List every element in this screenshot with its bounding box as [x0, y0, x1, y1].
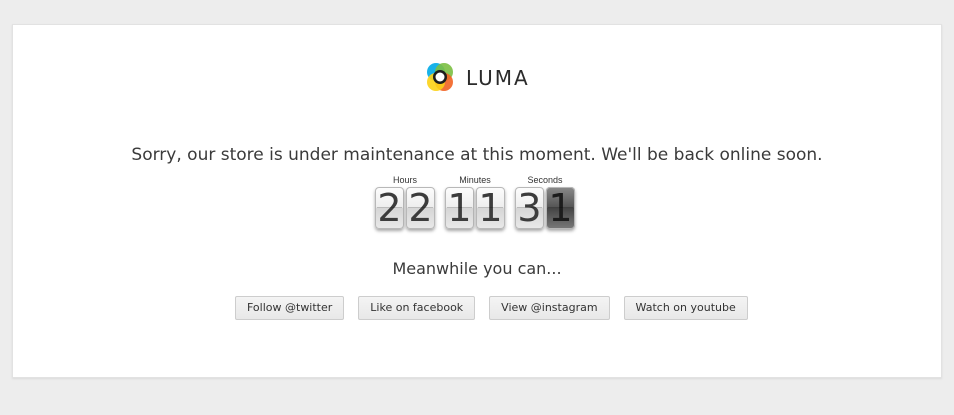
hours-digit-2: 2 [406, 187, 435, 229]
watch-youtube-button[interactable]: Watch on youtube [623, 296, 748, 320]
meanwhile-text: Meanwhile you can... [392, 259, 562, 278]
countdown-minutes: Minutes 1 1 [445, 175, 505, 229]
follow-twitter-button[interactable]: Follow @twitter [235, 296, 345, 320]
countdown-seconds: Seconds 3 1 [515, 175, 575, 229]
countdown-timer: Hours 2 2 Minutes 1 1 Seconds 3 1 [375, 175, 575, 229]
maintenance-message: Sorry, our store is under maintenance at… [131, 145, 823, 165]
minutes-digit-2: 1 [476, 187, 505, 229]
countdown-hours: Hours 2 2 [375, 175, 435, 229]
social-buttons: Follow @twitter Like on facebook View @i… [235, 296, 748, 320]
hours-digit-1: 2 [375, 187, 404, 229]
like-facebook-button[interactable]: Like on facebook [358, 296, 476, 320]
minutes-digit-1: 1 [445, 187, 474, 229]
luma-logo-icon [427, 63, 453, 91]
luma-logo: LUMA [423, 61, 530, 95]
maintenance-card: LUMA Sorry, our store is under maintenan… [12, 24, 942, 378]
seconds-digit-2: 1 [546, 187, 575, 229]
brand-name: LUMA [466, 66, 530, 90]
view-instagram-button[interactable]: View @instagram [489, 296, 610, 320]
seconds-digit-1: 3 [515, 187, 544, 229]
